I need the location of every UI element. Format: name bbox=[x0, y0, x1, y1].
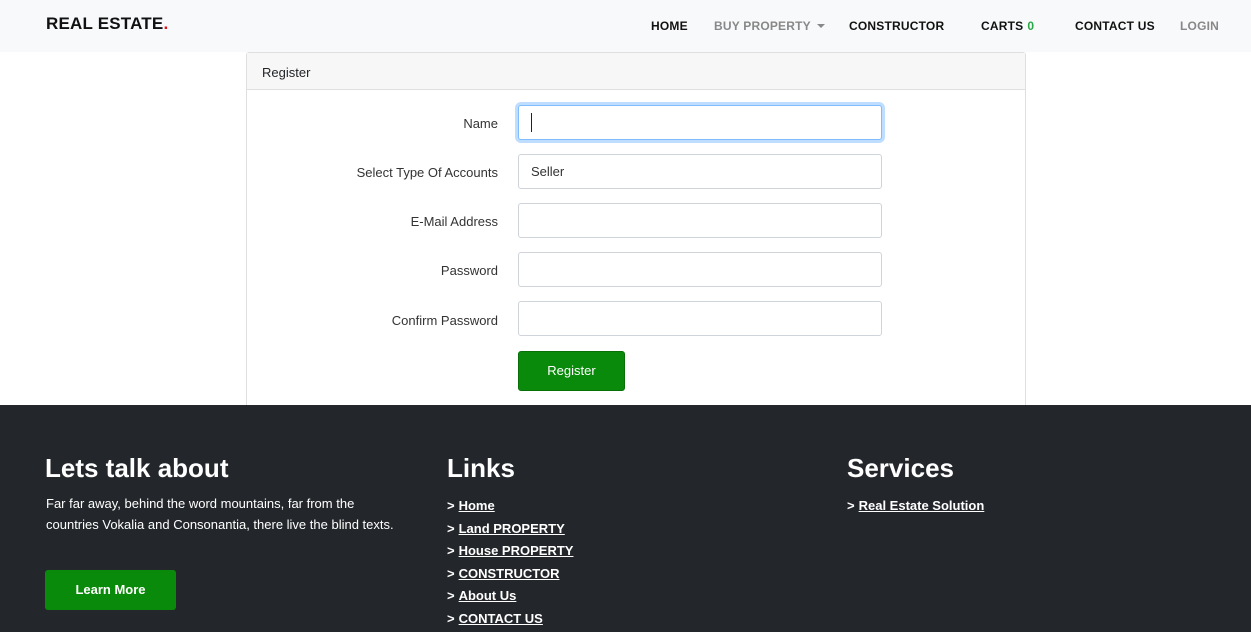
footer-link-house-property[interactable]: > House PROPERTY bbox=[447, 540, 573, 563]
register-card: Register Name Select Type Of Accounts Se… bbox=[246, 52, 1026, 406]
footer-services-list: > Real Estate Solution bbox=[847, 495, 984, 518]
text-cursor bbox=[531, 113, 532, 132]
footer-link-about-us[interactable]: > About Us bbox=[447, 585, 573, 608]
name-input[interactable] bbox=[518, 105, 882, 140]
nav-buy-property-dropdown[interactable]: BUY PROPERTY bbox=[714, 19, 825, 33]
password-label: Password bbox=[440, 263, 498, 278]
account-type-label: Select Type Of Accounts bbox=[356, 165, 498, 180]
footer-about-heading: Lets talk about bbox=[45, 453, 229, 483]
nav-constructor[interactable]: CONSTRUCTOR bbox=[849, 19, 944, 33]
nav-contact-us[interactable]: CONTACT US bbox=[1075, 19, 1155, 33]
register-button[interactable]: Register bbox=[518, 351, 625, 391]
footer-link-land-property[interactable]: > Land PROPERTY bbox=[447, 518, 573, 541]
name-label: Name bbox=[463, 116, 498, 131]
learn-more-button[interactable]: Learn More bbox=[45, 570, 176, 610]
chevron-down-icon bbox=[816, 24, 825, 28]
register-card-header: Register bbox=[247, 53, 1025, 90]
nav-buy-property-label: BUY PROPERTY bbox=[714, 19, 811, 33]
brand-dot: . bbox=[163, 14, 169, 33]
nav-carts-label: CARTS bbox=[981, 19, 1024, 33]
footer-links-heading: Links bbox=[447, 453, 515, 483]
nav-login[interactable]: LOGIN bbox=[1180, 19, 1219, 33]
footer-link-real-estate-solution[interactable]: > Real Estate Solution bbox=[847, 495, 984, 518]
confirm-password-label: Confirm Password bbox=[391, 313, 498, 328]
footer-about-text: Far far away, behind the word mountains,… bbox=[46, 496, 394, 532]
footer-links-list: > Home > Land PROPERTY > House PROPERTY > CO… bbox=[447, 495, 573, 630]
email-input[interactable] bbox=[518, 203, 882, 238]
password-input[interactable] bbox=[518, 252, 882, 287]
footer-link-constructor[interactable]: > CONSTRUCTOR bbox=[447, 563, 573, 586]
brand-logo[interactable]: REAL ESTATE. bbox=[46, 14, 168, 34]
account-type-select[interactable]: Seller bbox=[518, 154, 882, 189]
email-label: E-Mail Address bbox=[410, 214, 498, 229]
brand-text: REAL ESTATE bbox=[46, 14, 164, 33]
footer-link-home[interactable]: > Home bbox=[447, 495, 573, 518]
nav-home[interactable]: HOME bbox=[651, 19, 688, 33]
confirm-password-input[interactable] bbox=[518, 301, 882, 336]
nav-carts[interactable]: CARTS 0 bbox=[981, 19, 1034, 33]
footer: Lets talk about Far far away, behind the… bbox=[0, 405, 1251, 632]
top-navbar: REAL ESTATE. HOME BUY PROPERTY CONSTRUCT… bbox=[0, 0, 1251, 52]
footer-services-heading: Services bbox=[847, 453, 954, 483]
footer-link-contact-us[interactable]: > CONTACT US bbox=[447, 608, 573, 631]
cart-count-badge: 0 bbox=[1027, 19, 1035, 33]
